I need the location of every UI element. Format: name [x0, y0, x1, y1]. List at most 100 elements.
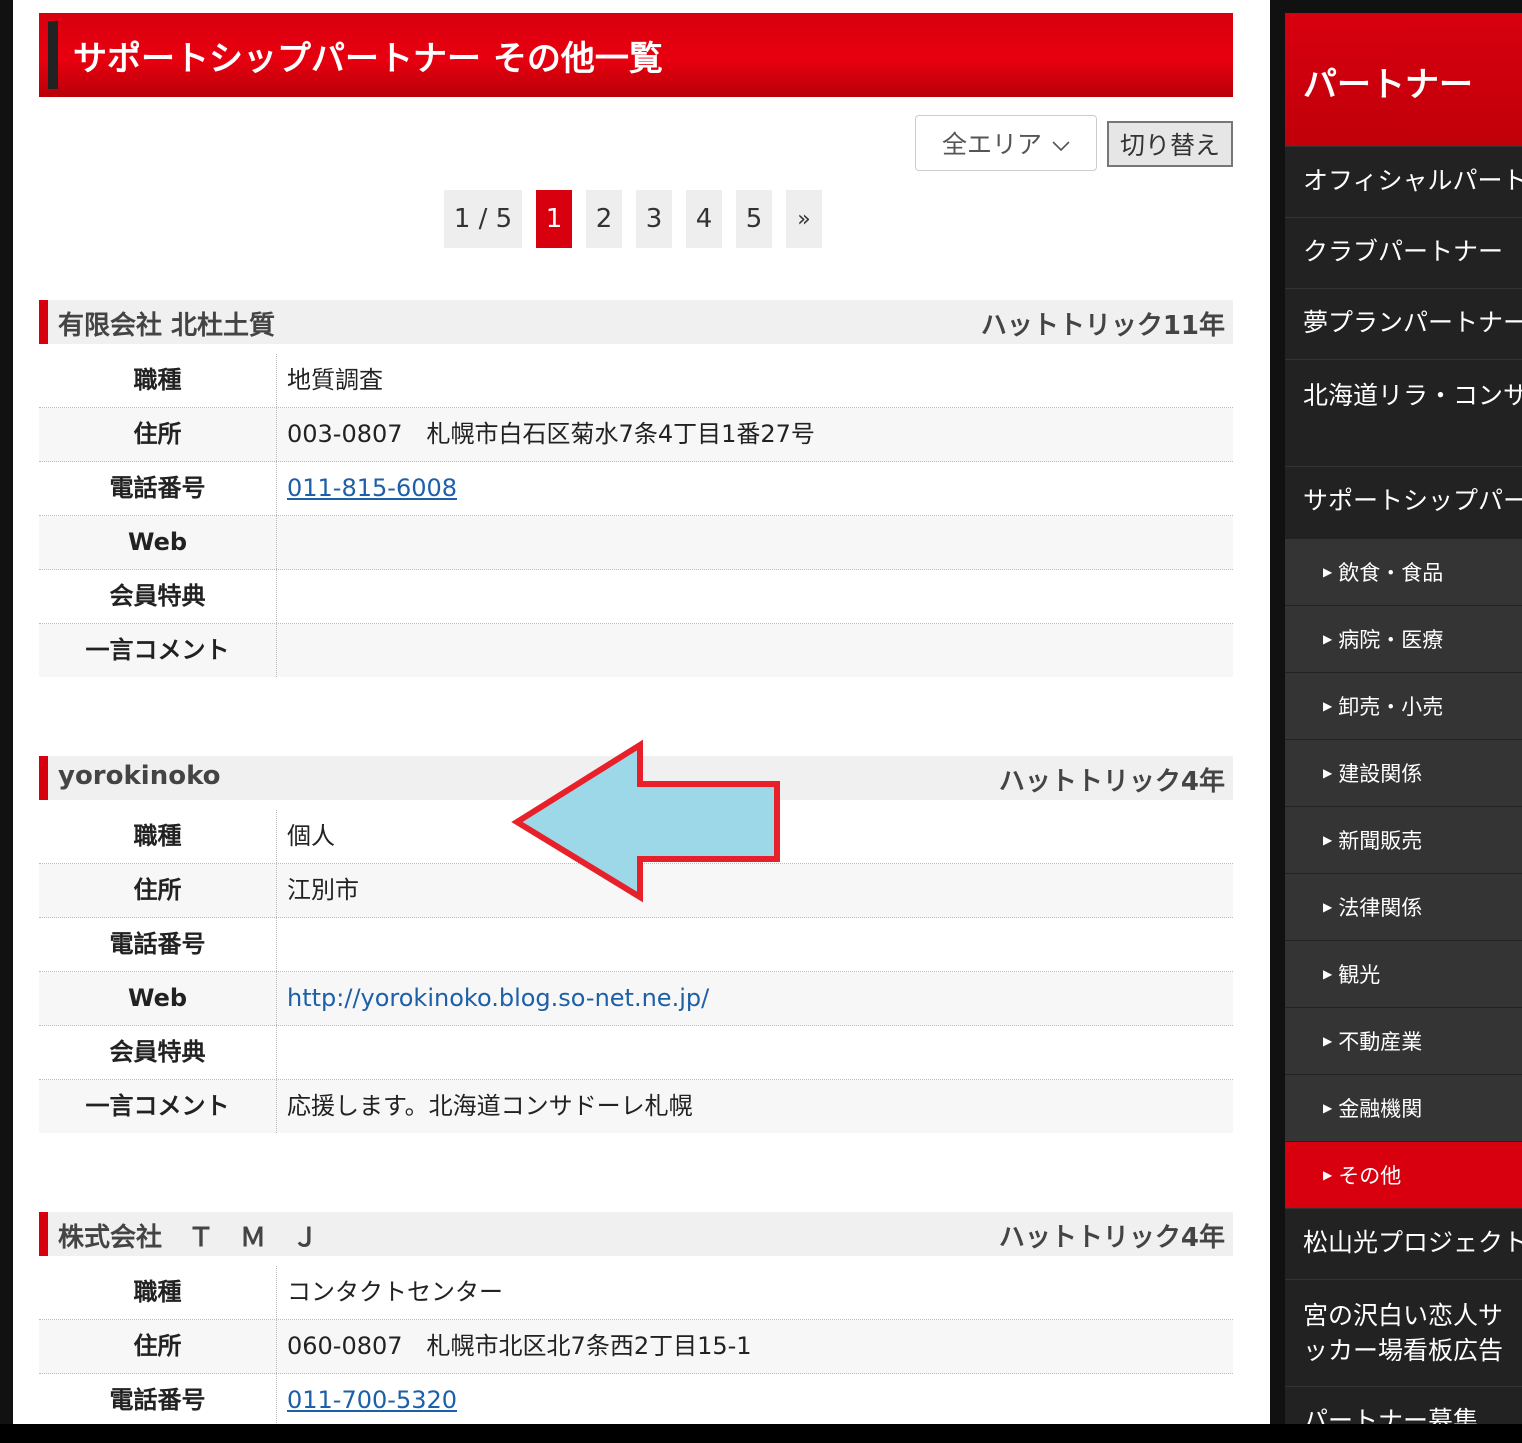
table-row: 電話番号 011-815-6008 [39, 462, 1233, 516]
table-row: 電話番号 [39, 918, 1233, 972]
page-link-2[interactable]: 2 [586, 190, 622, 248]
chevron-down-icon [1052, 129, 1070, 158]
triangle-right-icon: ▶ [1323, 900, 1333, 914]
row-label: 会員特典 [39, 1026, 277, 1079]
row-value: 地質調査 [287, 366, 383, 394]
triangle-right-icon: ▶ [1323, 967, 1333, 981]
sidebar-subitem-label: 観光 [1338, 963, 1381, 987]
entry-rank: ハットトリック4年 [998, 1223, 1225, 1253]
sidebar-subitem-realestate[interactable]: ▶ 不動産業 [1285, 1007, 1522, 1074]
sidebar-subitem-label: 不動産業 [1338, 1030, 1423, 1054]
sidebar-item-dream-plan[interactable]: 夢プランパートナー [1285, 288, 1522, 359]
row-value: 個人 [287, 822, 335, 850]
sidebar-subitem-tourism[interactable]: ▶ 観光 [1285, 940, 1522, 1007]
entry-name: 有限会社 北杜土質 [58, 311, 276, 341]
sidebar-item-miyanosawa[interactable]: 宮の沢白い恋人サッカー場看板広告 [1285, 1279, 1522, 1386]
sidebar-subitem-newspaper[interactable]: ▶ 新聞販売 [1285, 806, 1522, 873]
page-info: 1 / 5 [444, 190, 522, 248]
triangle-right-icon: ▶ [1323, 1168, 1333, 1182]
partner-entry: 株式会社 Ｔ Ｍ Ｊ ハットトリック4年 職種 コンタクトセンター 住所 060… [39, 1212, 1233, 1424]
area-select-value: 全エリア [941, 130, 1042, 159]
row-label: 職種 [39, 810, 277, 863]
sidebar-item-matsuyama[interactable]: 松山光プロジェクト [1285, 1208, 1522, 1279]
entry-header: 株式会社 Ｔ Ｍ Ｊ ハットトリック4年 [39, 1212, 1233, 1256]
entry-name: yorokinoko [58, 761, 221, 791]
sidebar-subitem-other[interactable]: ▶ その他 [1285, 1141, 1522, 1208]
sidebar-item-lila-consa[interactable]: 北海道リラ・コンサ・パートナー [1285, 359, 1522, 466]
row-value: 060-0807 札幌市北区北7条西2丁目15-1 [287, 1332, 752, 1360]
row-label: 住所 [39, 1320, 277, 1373]
sidebar-subitem-label: 建設関係 [1338, 762, 1423, 786]
sidebar-subitem-label: 金融機関 [1338, 1097, 1423, 1121]
row-value [277, 516, 287, 569]
table-row: 一言コメント 応援します。北海道コンサドーレ札幌 [39, 1080, 1233, 1133]
left-arrow-annotation [511, 739, 780, 903]
row-label: 住所 [39, 408, 277, 461]
switch-button[interactable]: 切り替え [1107, 121, 1233, 167]
row-value: 003-0807 札幌市白石区菊水7条4丁目1番27号 [287, 420, 815, 448]
main-content: サポートシップパートナー その他一覧 全エリア 切り替え 1 / 5 1 2 3… [13, 0, 1270, 1424]
web-link[interactable]: http://yorokinoko.blog.so-net.ne.jp/ [287, 984, 709, 1012]
page-link-1[interactable]: 1 [536, 190, 572, 248]
table-row: Web [39, 516, 1233, 570]
sidebar-subitem-retail[interactable]: ▶ 卸売・小売 [1285, 672, 1522, 739]
row-label: 電話番号 [39, 1374, 277, 1424]
next-page-button[interactable]: » [786, 190, 822, 248]
sidebar-item-club[interactable]: クラブパートナー [1285, 217, 1522, 288]
row-label: 職種 [39, 1266, 277, 1319]
triangle-right-icon: ▶ [1323, 833, 1333, 847]
table-row: 会員特典 [39, 570, 1233, 624]
row-value [277, 918, 287, 971]
sidebar: パートナー オフィシャルパートナー クラブパートナー 夢プランパートナー 北海道… [1285, 13, 1522, 1424]
table-row: 職種 地質調査 [39, 354, 1233, 408]
bottom-bar [0, 1424, 1522, 1443]
row-value [277, 1026, 287, 1079]
page-link-5[interactable]: 5 [736, 190, 772, 248]
row-value [277, 570, 287, 623]
row-label: 住所 [39, 864, 277, 917]
entry-name: 株式会社 Ｔ Ｍ Ｊ [58, 1223, 319, 1253]
partner-entry: 有限会社 北杜土質 ハットトリック11年 職種 地質調査 住所 003-0807… [39, 300, 1233, 677]
phone-link[interactable]: 011-815-6008 [287, 474, 457, 502]
entry-header: 有限会社 北杜土質 ハットトリック11年 [39, 300, 1233, 344]
phone-link[interactable]: 011-700-5320 [287, 1386, 457, 1414]
row-label: 職種 [39, 354, 277, 407]
table-row: 電話番号 011-700-5320 [39, 1374, 1233, 1424]
sidebar-subitem-medical[interactable]: ▶ 病院・医療 [1285, 605, 1522, 672]
sidebar-subitem-label: 法律関係 [1338, 896, 1423, 920]
triangle-right-icon: ▶ [1323, 632, 1333, 646]
table-row: 一言コメント [39, 624, 1233, 677]
table-row: 住所 060-0807 札幌市北区北7条西2丁目15-1 [39, 1320, 1233, 1374]
page-link-4[interactable]: 4 [686, 190, 722, 248]
row-label: 一言コメント [39, 624, 277, 677]
sidebar-subitem-food[interactable]: ▶ 飲食・食品 [1285, 538, 1522, 605]
page-title: サポートシップパートナー その他一覧 [73, 39, 663, 79]
row-label: 一言コメント [39, 1080, 277, 1133]
sidebar-subitem-finance[interactable]: ▶ 金融機関 [1285, 1074, 1522, 1141]
area-select[interactable]: 全エリア [915, 115, 1097, 171]
triangle-right-icon: ▶ [1323, 766, 1333, 780]
page-title-bar: サポートシップパートナー その他一覧 [39, 13, 1233, 97]
sidebar-heading: パートナー [1285, 13, 1522, 146]
sidebar-subitem-label: その他 [1338, 1164, 1402, 1188]
row-value: 応援します。北海道コンサドーレ札幌 [287, 1092, 693, 1120]
sidebar-item-official[interactable]: オフィシャルパートナー [1285, 146, 1522, 217]
sidebar-subitem-construction[interactable]: ▶ 建設関係 [1285, 739, 1522, 806]
sidebar-subitem-label: 病院・医療 [1338, 628, 1444, 652]
row-value: 江別市 [287, 876, 359, 904]
sidebar-subitem-label: 飲食・食品 [1338, 561, 1444, 585]
row-value: コンタクトセンター [287, 1278, 503, 1306]
sidebar-item-lila-label: 北海道リラ・コンサ・パートナー [1303, 381, 1522, 410]
sidebar-item-supportship[interactable]: サポートシップパートナー [1285, 466, 1522, 538]
triangle-right-icon: ▶ [1323, 699, 1333, 713]
sidebar-subitem-legal[interactable]: ▶ 法律関係 [1285, 873, 1522, 940]
row-value [277, 624, 287, 677]
row-label: Web [39, 972, 277, 1025]
row-label: Web [39, 516, 277, 569]
sidebar-item-miyanosawa-label: 宮の沢白い恋人サッカー場看板広告 [1303, 1301, 1504, 1365]
sidebar-item-recruit[interactable]: パートナー募集 [1285, 1386, 1522, 1424]
row-label: 電話番号 [39, 462, 277, 515]
page-link-3[interactable]: 3 [636, 190, 672, 248]
table-row: 住所 003-0807 札幌市白石区菊水7条4丁目1番27号 [39, 408, 1233, 462]
sidebar-heading-text: パートナー [1303, 65, 1473, 105]
